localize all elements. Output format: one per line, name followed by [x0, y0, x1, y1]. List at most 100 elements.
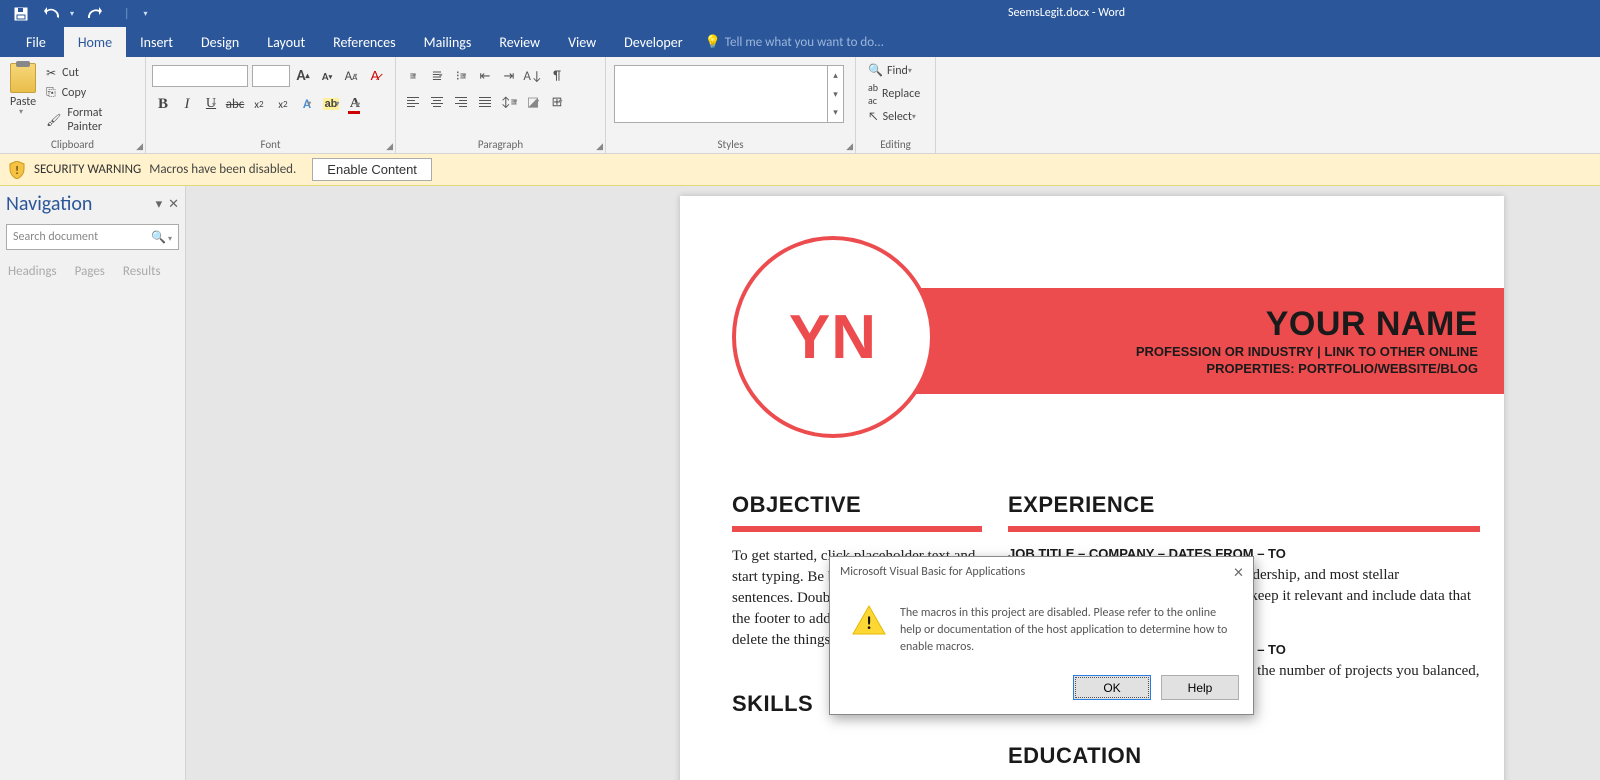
tab-home[interactable]: Home	[64, 27, 126, 57]
initials-circle: YN	[732, 236, 934, 438]
tab-layout[interactable]: Layout	[253, 27, 319, 57]
nav-close-icon[interactable]: ✕	[168, 197, 179, 212]
styles-launcher-icon[interactable]: ◢	[846, 141, 853, 152]
highlight-button[interactable]: ab▾	[320, 93, 342, 115]
security-description: Macros have been disabled.	[149, 162, 296, 177]
tab-review[interactable]: Review	[485, 27, 554, 57]
bullets-button[interactable]: ≡▾	[402, 65, 424, 87]
tab-view[interactable]: View	[554, 27, 610, 57]
grow-font-button[interactable]: A▴	[292, 65, 314, 87]
superscript-button[interactable]: x2	[272, 93, 294, 115]
dialog-close-icon[interactable]: ×	[1234, 561, 1243, 583]
education-heading: EDUCATION	[1008, 743, 1480, 777]
align-center-button[interactable]	[426, 91, 448, 113]
decrease-indent-button[interactable]: ⇤	[474, 65, 496, 87]
clear-formatting-button[interactable]: A̷	[364, 65, 386, 87]
clipboard-small-buttons: ✂Cut ⎘Copy 🖌Format Painter	[42, 59, 141, 137]
svg-text:!: !	[15, 164, 19, 177]
borders-button[interactable]: ⊞▾	[546, 91, 568, 113]
paste-dropdown-icon: ▾	[19, 107, 23, 117]
select-button[interactable]: ↖Select ▾	[868, 110, 920, 124]
text-effects-button[interactable]: A▾	[296, 93, 318, 115]
resume-subtitle-2: PROPERTIES: PORTFOLIO/WEBSITE/BLOG	[1206, 361, 1478, 378]
tab-file[interactable]: File	[8, 27, 64, 57]
tab-developer[interactable]: Developer	[610, 27, 696, 57]
objective-heading: OBJECTIVE	[732, 492, 982, 532]
numbering-button[interactable]: ≣▾	[426, 65, 448, 87]
styles-up-icon[interactable]: ▴	[828, 66, 843, 85]
clipboard-launcher-icon[interactable]: ◢	[136, 141, 143, 152]
styles-more-icon[interactable]: ▾	[828, 103, 843, 122]
enable-content-button[interactable]: Enable Content	[312, 158, 432, 181]
title-bar: ▾ | ▾ SeemsLegit.docx - Word	[0, 0, 1600, 27]
experience-heading: EXPERIENCE	[1008, 492, 1480, 532]
show-marks-button[interactable]: ¶	[546, 65, 568, 87]
bold-button[interactable]: B	[152, 93, 174, 115]
strikethrough-button[interactable]: abc	[224, 93, 246, 115]
format-painter-button[interactable]: 🖌Format Painter	[46, 106, 137, 134]
replace-label: Replace	[882, 87, 920, 101]
underline-button[interactable]: U▾	[200, 93, 222, 115]
find-dropdown-icon: ▾	[908, 66, 912, 76]
sort-button[interactable]: A↓	[522, 65, 544, 87]
dialog-titlebar[interactable]: Microsoft Visual Basic for Applications …	[830, 557, 1253, 587]
redo-button[interactable]	[84, 3, 106, 25]
align-left-button[interactable]	[402, 91, 424, 113]
line-spacing-button[interactable]: ↕≡▾	[498, 91, 520, 113]
dialog-ok-button[interactable]: OK	[1073, 675, 1151, 700]
shield-icon: !	[8, 160, 26, 180]
shading-button[interactable]: ◪▾	[522, 91, 544, 113]
cut-button[interactable]: ✂Cut	[46, 66, 137, 81]
styles-gallery[interactable]: ▴ ▾ ▾	[614, 65, 844, 123]
justify-button[interactable]	[474, 91, 496, 113]
tell-me-placeholder: Tell me what you want to do...	[725, 35, 884, 50]
nav-search-placeholder: Search document	[13, 230, 98, 244]
dialog-help-button[interactable]: Help	[1161, 675, 1239, 700]
replace-button[interactable]: abacReplace	[868, 81, 920, 107]
shrink-font-button[interactable]: A▾	[316, 65, 338, 87]
find-button[interactable]: 🔍Find ▾	[868, 63, 920, 78]
paste-button[interactable]: Paste ▾	[4, 59, 42, 137]
align-right-button[interactable]	[450, 91, 472, 113]
undo-dropdown-icon[interactable]: ▾	[70, 9, 74, 19]
vba-dialog: Microsoft Visual Basic for Applications …	[829, 556, 1254, 715]
increase-indent-button[interactable]: ⇥	[498, 65, 520, 87]
security-warning-bar: ! SECURITY WARNING Macros have been disa…	[0, 154, 1600, 186]
nav-tab-results[interactable]: Results	[123, 264, 161, 279]
copy-button[interactable]: ⎘Copy	[46, 86, 137, 100]
group-clipboard: Paste ▾ ✂Cut ⎘Copy 🖌Format Painter Clipb…	[0, 57, 146, 153]
multilevel-button[interactable]: ⁝≡▾	[450, 65, 472, 87]
dialog-message: The macros in this project are disabled.…	[900, 605, 1233, 655]
tab-references[interactable]: References	[319, 27, 409, 57]
tab-insert[interactable]: Insert	[126, 27, 187, 57]
group-styles: ▴ ▾ ▾ Styles ◢	[606, 57, 856, 153]
qat-customize-icon[interactable]: ▾	[144, 9, 148, 19]
font-size-combo[interactable]	[252, 65, 290, 87]
nav-dropdown-icon[interactable]: ▾	[156, 197, 163, 212]
save-button[interactable]	[10, 3, 32, 25]
font-color-button[interactable]: A▾	[344, 93, 366, 115]
nav-tab-pages[interactable]: Pages	[75, 264, 105, 279]
cursor-icon: ↖	[868, 110, 879, 124]
tell-me-input[interactable]: 💡 Tell me what you want to do...	[705, 27, 884, 57]
tab-design[interactable]: Design	[187, 27, 253, 57]
font-launcher-icon[interactable]: ◢	[386, 141, 393, 152]
paragraph-launcher-icon[interactable]: ◢	[596, 141, 603, 152]
font-name-combo[interactable]	[152, 65, 248, 87]
italic-button[interactable]: I	[176, 93, 198, 115]
paste-icon	[10, 63, 36, 93]
nav-search-input[interactable]: Search document 🔍▾	[6, 224, 179, 250]
initials-text: YN	[789, 302, 877, 373]
undo-button[interactable]	[42, 3, 64, 25]
nav-tab-headings[interactable]: Headings	[8, 264, 57, 279]
change-case-button[interactable]: Aa▾	[340, 65, 362, 87]
ribbon-tabs: File Home Insert Design Layout Reference…	[0, 27, 1600, 57]
navigation-pane: Navigation ▾ ✕ Search document 🔍▾ Headin…	[0, 186, 186, 780]
cut-label: Cut	[62, 66, 79, 80]
format-painter-label: Format Painter	[67, 106, 137, 134]
svg-text:!: !	[866, 612, 872, 634]
tab-mailings[interactable]: Mailings	[410, 27, 486, 57]
ribbon: Paste ▾ ✂Cut ⎘Copy 🖌Format Painter Clipb…	[0, 57, 1600, 154]
styles-down-icon[interactable]: ▾	[828, 85, 843, 104]
subscript-button[interactable]: x2	[248, 93, 270, 115]
